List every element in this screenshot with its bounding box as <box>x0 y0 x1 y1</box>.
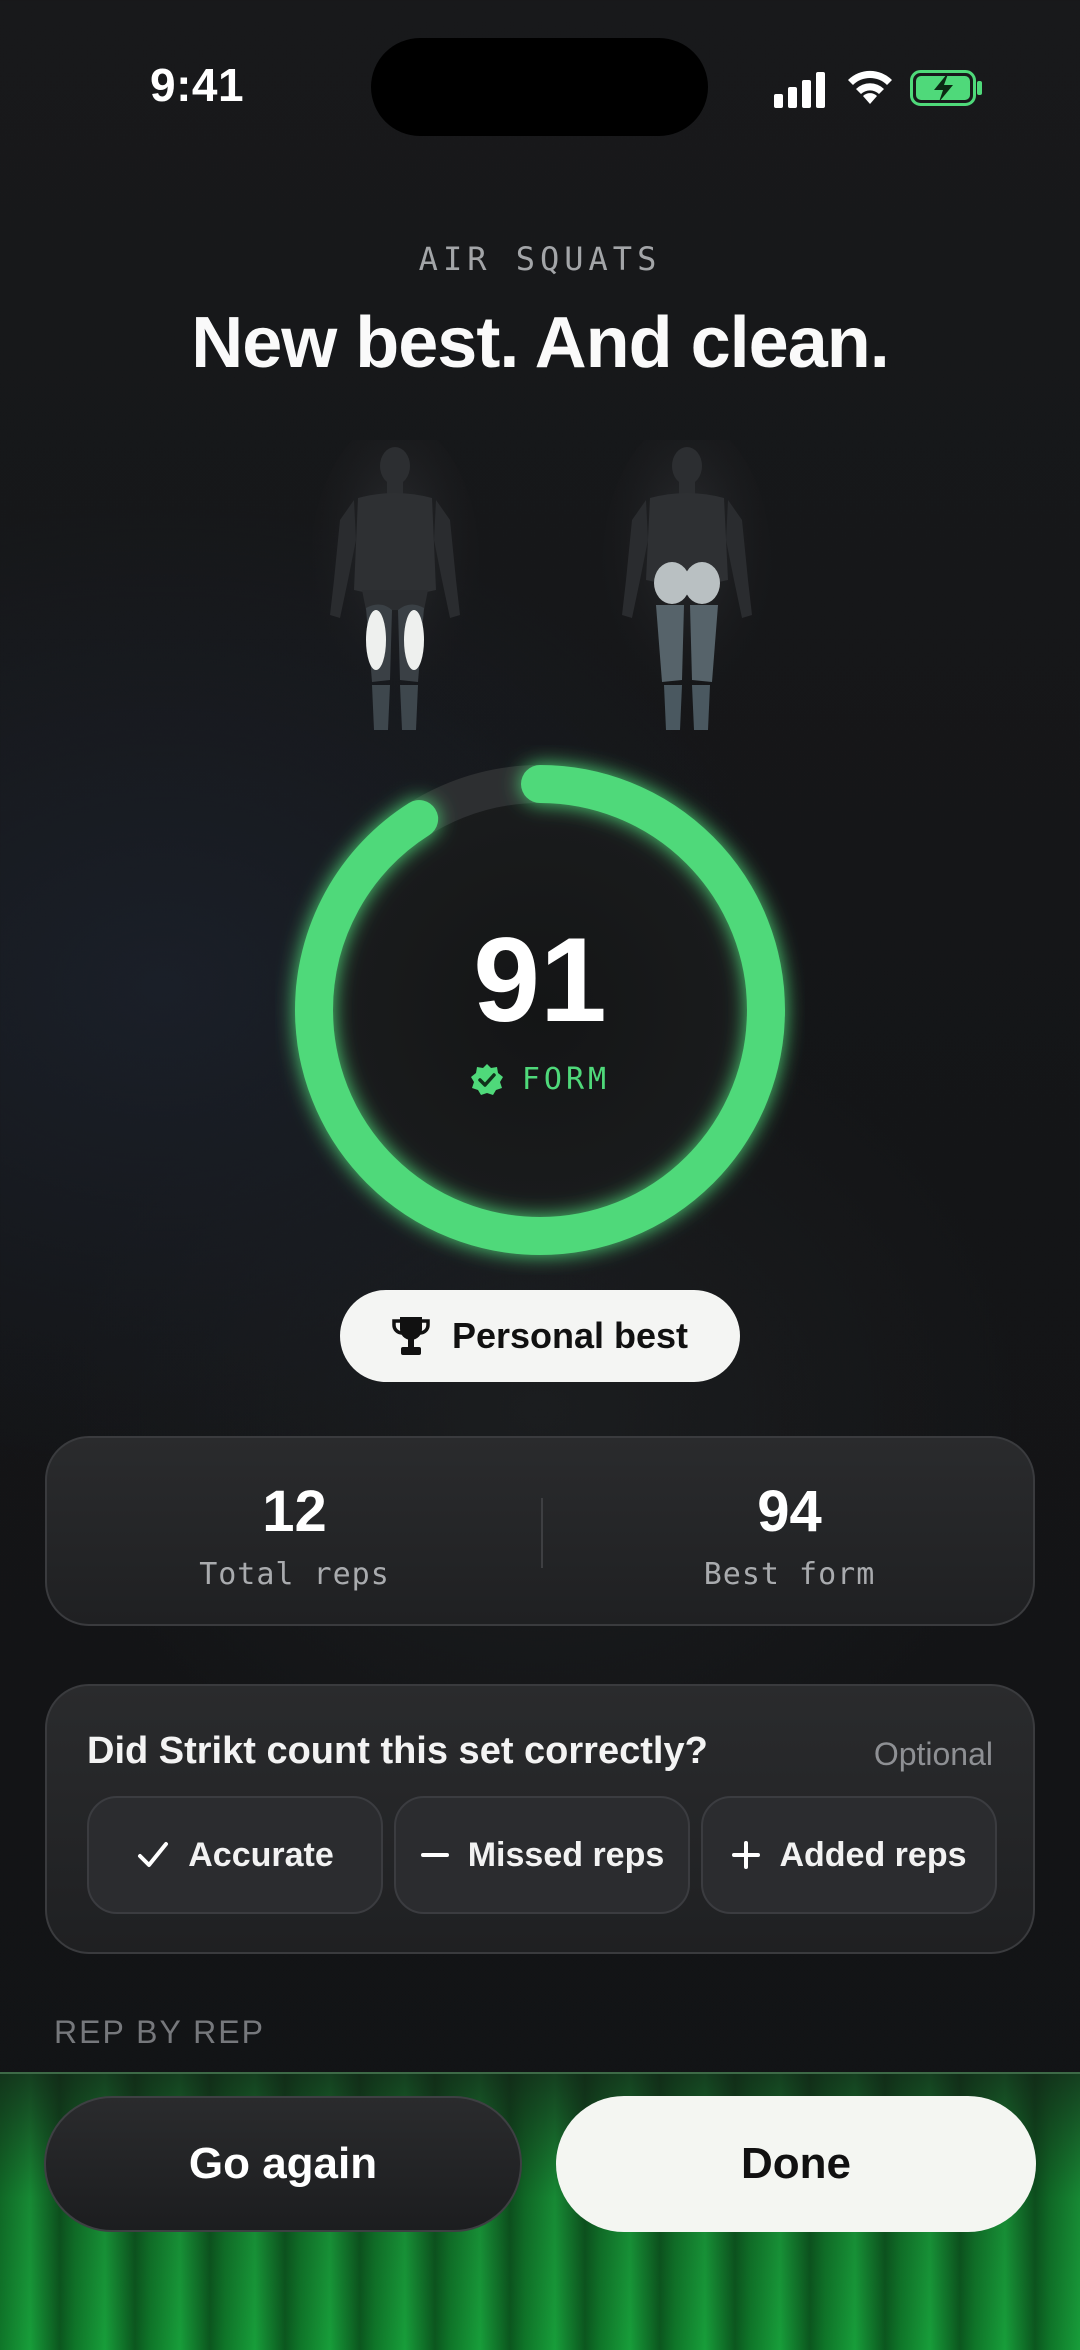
exercise-name: AIR SQUATS <box>418 240 662 278</box>
personal-best-badge: Personal best <box>340 1290 740 1382</box>
plus-icon <box>732 1841 761 1869</box>
form-score-caption: FORM <box>0 1062 1080 1097</box>
added-reps-label: Added reps <box>779 1835 967 1874</box>
rep-count-feedback-card: Did Strikt count this set correctly? Opt… <box>45 1684 1035 1954</box>
go-again-button[interactable]: Go again <box>44 2096 522 2232</box>
stat-value: 94 <box>757 1479 822 1544</box>
stat-total-reps: 12 Total reps <box>47 1438 542 1592</box>
cellular-signal-icon <box>774 72 825 108</box>
form-score-value: 91 <box>473 913 607 1047</box>
check-icon <box>138 1842 169 1867</box>
added-reps-button[interactable]: Added reps <box>701 1796 997 1914</box>
stat-best-form: 94 Best form <box>542 1438 1037 1592</box>
personal-best-label: Personal best <box>451 1315 689 1356</box>
body-front-muscle-map <box>310 440 480 730</box>
dynamic-island <box>371 38 708 136</box>
missed-reps-label: Missed reps <box>467 1835 665 1874</box>
trophy-icon <box>392 1317 430 1355</box>
stats-card: 12 Total reps 94 Best form <box>45 1436 1035 1626</box>
done-button[interactable]: Done <box>556 2096 1036 2232</box>
feedback-question: Did Strikt count this set correctly? <box>87 1730 708 1772</box>
status-time: 9:41 <box>150 59 245 111</box>
battery-charging-icon <box>910 70 982 106</box>
stat-label: Total reps <box>199 1557 390 1592</box>
form-label: FORM <box>521 1062 611 1097</box>
body-back-muscle-map <box>602 440 772 730</box>
missed-reps-button[interactable]: Missed reps <box>394 1796 690 1914</box>
accurate-label: Accurate <box>188 1835 334 1874</box>
stat-label: Best form <box>703 1557 876 1592</box>
minus-icon <box>420 1853 449 1857</box>
feedback-optional-label: Optional <box>873 1736 993 1772</box>
accurate-button[interactable]: Accurate <box>87 1796 383 1914</box>
verified-badge-icon <box>470 1063 503 1095</box>
result-headline: New best. And clean. <box>191 303 890 383</box>
rep-by-rep-heading: REP BY REP <box>54 2014 265 2050</box>
wifi-icon <box>848 70 892 104</box>
stat-value: 12 <box>262 1479 327 1544</box>
